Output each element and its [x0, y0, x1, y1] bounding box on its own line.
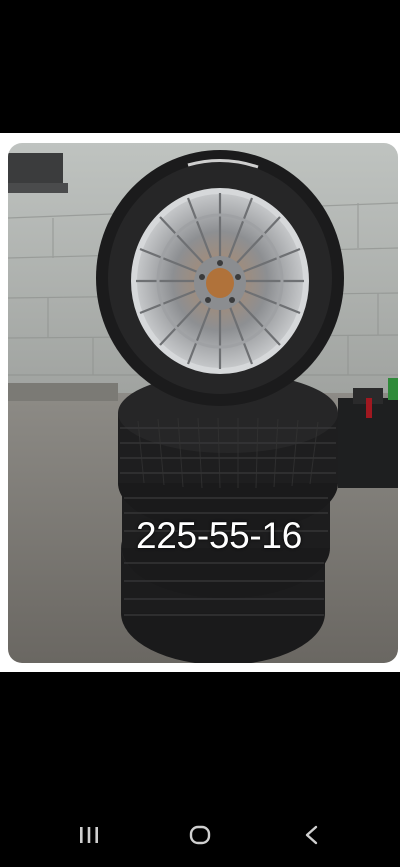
screen: 225-55-16	[0, 0, 400, 867]
home-icon	[189, 825, 211, 845]
tires-photo-graphic	[8, 143, 398, 663]
tire-with-rim	[96, 150, 344, 406]
system-navigation-bar	[0, 803, 400, 867]
listing-photo[interactable]: 225-55-16	[8, 143, 398, 663]
back-icon	[305, 825, 318, 845]
home-button[interactable]	[178, 815, 222, 855]
back-button[interactable]	[290, 815, 334, 855]
recent-apps-button[interactable]	[67, 815, 111, 855]
tire-size-overlay: 225-55-16	[136, 515, 302, 556]
image-viewer: 225-55-16	[0, 133, 400, 672]
recent-apps-icon	[80, 827, 98, 843]
